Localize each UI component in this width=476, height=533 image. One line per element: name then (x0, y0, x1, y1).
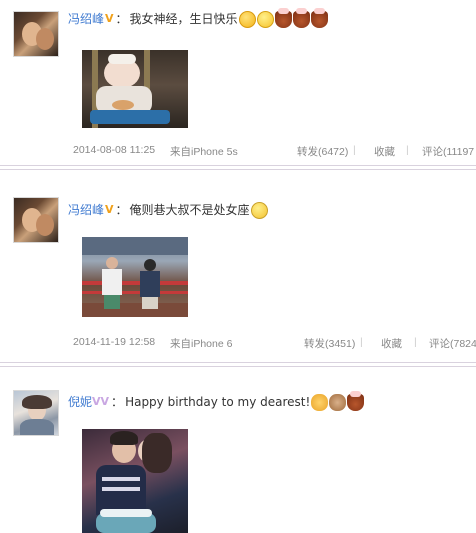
post-time[interactable]: 2014-11-19 12:58 (73, 336, 155, 348)
dog-emoticon-icon (329, 393, 347, 411)
post-photo[interactable] (82, 50, 188, 128)
cake-emoticon-icon (347, 390, 365, 411)
colon-separator: ： (115, 203, 128, 217)
separator: | (406, 144, 409, 156)
cake-emoticon-icon (292, 7, 310, 28)
cat-emoticon-icon (311, 393, 329, 411)
username-link[interactable]: 冯绍峰 (68, 9, 104, 29)
cake-emoticon-icon (274, 7, 292, 28)
separator: | (360, 336, 363, 348)
grin-emoticon-icon (256, 10, 274, 28)
separator: | (414, 336, 417, 348)
avatar[interactable] (13, 11, 59, 57)
verified-badge-icon: V (105, 12, 114, 25)
post-photo[interactable] (82, 429, 188, 533)
avatar[interactable] (13, 390, 59, 436)
post-photo[interactable] (82, 237, 188, 317)
post-time[interactable]: 2014-08-08 11:25 (73, 144, 155, 156)
favorite-button[interactable]: 收藏 (374, 144, 395, 159)
laugh-emoticon-icon (238, 10, 256, 28)
post-meta: 2014-08-08 11:25 来自iPhone 5s 转发(6472) | … (73, 144, 476, 160)
verified-badge-icon: V (105, 203, 114, 216)
cake-emoticon-icon (310, 7, 328, 28)
post-text: 俺则巷大叔不是处女座 (129, 203, 250, 217)
username-link[interactable]: 倪妮 (68, 392, 92, 412)
favorite-button[interactable]: 收藏 (381, 336, 402, 351)
colon-separator: ： (111, 395, 124, 409)
repost-button[interactable]: 转发(6472) (297, 144, 348, 159)
comment-button[interactable]: 评论(7824 (429, 336, 476, 351)
separator: | (353, 144, 356, 156)
sweat-emoticon-icon (250, 201, 268, 219)
post-meta: 2014-11-19 12:58 来自iPhone 6 转发(3451) | 收… (73, 336, 476, 352)
avatar[interactable] (13, 197, 59, 243)
post-source[interactable]: 来自iPhone 5s (170, 144, 238, 159)
post-header: 倪妮 VV ： Happy birthday to my dearest! (68, 390, 365, 412)
post-source[interactable]: 来自iPhone 6 (170, 336, 232, 351)
verified-badge-icon: VV (92, 395, 110, 408)
repost-button[interactable]: 转发(3451) (304, 336, 355, 351)
username-link[interactable]: 冯绍峰 (68, 200, 104, 220)
colon-separator: ： (115, 12, 128, 26)
comment-button[interactable]: 评论(11197 (422, 144, 474, 159)
post-header: 冯绍峰 V ： 俺则巷大叔不是处女座 (68, 200, 268, 220)
post-text: 我女神经，生日快乐 (129, 12, 238, 26)
post-text: Happy birthday to my dearest! (125, 395, 311, 409)
post-header: 冯绍峰 V ： 我女神经，生日快乐 (68, 7, 328, 29)
